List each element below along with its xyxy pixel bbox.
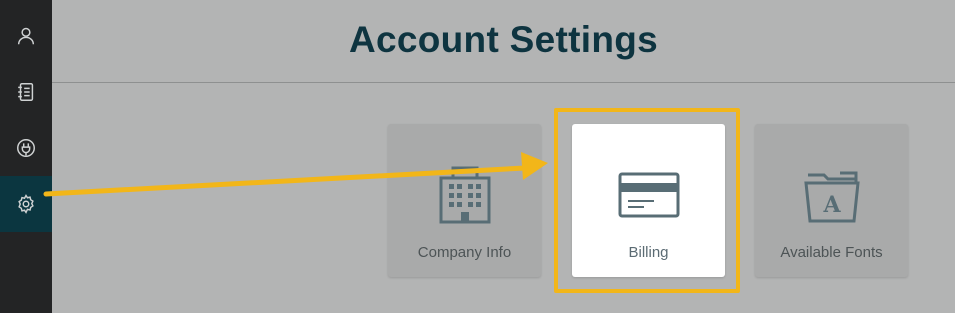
notebook-icon bbox=[18, 83, 34, 101]
sidebar-item-integrations[interactable] bbox=[0, 120, 52, 176]
sidebar bbox=[0, 0, 52, 313]
billing-card[interactable]: Billing bbox=[572, 124, 725, 277]
font-folder-icon: A bbox=[803, 171, 860, 223]
card-label: Company Info bbox=[417, 244, 512, 261]
page-title: Account Settings bbox=[348, 19, 659, 60]
sidebar-item-profile[interactable] bbox=[0, 8, 52, 64]
card-label: Available Fonts bbox=[780, 244, 883, 261]
company-info-card[interactable]: Company Info bbox=[388, 124, 541, 277]
svg-text:A: A bbox=[822, 192, 841, 218]
person-icon bbox=[17, 27, 35, 45]
main-content: Account Settings Company Info Billing A … bbox=[52, 0, 955, 313]
card-label: Billing bbox=[628, 244, 669, 261]
building-icon bbox=[439, 166, 490, 224]
available-fonts-card[interactable]: A Available Fonts bbox=[755, 124, 908, 277]
page-header: Account Settings bbox=[52, 0, 955, 83]
plug-icon bbox=[17, 139, 35, 157]
sidebar-item-settings[interactable] bbox=[0, 176, 52, 232]
sidebar-item-notebook[interactable] bbox=[0, 64, 52, 120]
gear-icon bbox=[18, 194, 34, 214]
credit-card-icon bbox=[618, 172, 679, 218]
